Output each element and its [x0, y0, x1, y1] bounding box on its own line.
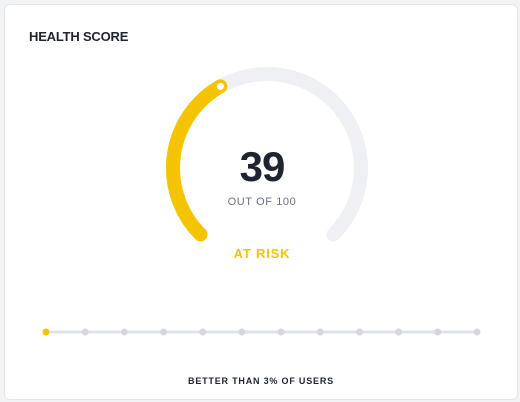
percentile-marker	[473, 328, 481, 336]
percentile-marker	[81, 328, 89, 336]
percentile-marker-active	[42, 328, 50, 336]
percentile-track	[42, 328, 481, 336]
percentile-text: BETTER THAN 3% OF USERS	[188, 376, 334, 386]
percentile-marker	[120, 328, 128, 336]
percentile-marker	[356, 328, 363, 336]
health-score-card: HEALTH SCORE 39 OUT OF 100 AT RISK BETTE…	[4, 4, 518, 400]
percentile-marker	[277, 328, 285, 336]
score-value: 39	[239, 143, 286, 190]
health-gauge: 39 OUT OF 100 AT RISK	[5, 5, 519, 305]
percentile-marker	[434, 328, 442, 336]
percentile-marker	[199, 328, 207, 336]
score-max-label: OUT OF 100	[227, 196, 297, 208]
percentile-marker	[238, 328, 246, 336]
status-label: AT RISK	[233, 246, 291, 261]
percentile-marker	[160, 328, 167, 336]
percentile-marker	[395, 328, 403, 336]
gauge-end-marker	[216, 82, 224, 90]
percentile-marker	[316, 328, 324, 336]
